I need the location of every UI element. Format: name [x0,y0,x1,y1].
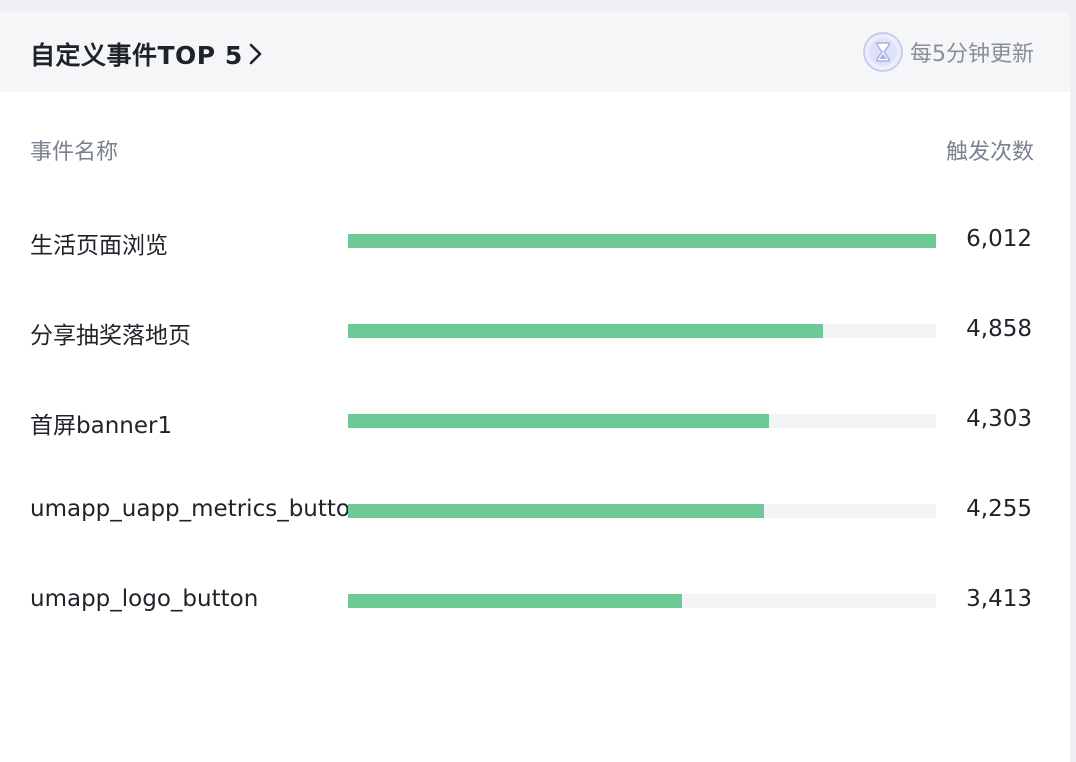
update-frequency: 每5分钟更新 [862,30,1034,74]
hourglass-icon [863,32,903,72]
bar-fill [348,234,936,248]
update-text: 每5分钟更新 [910,42,1034,67]
event-name: umapp_logo_button [30,586,259,612]
column-header-count: 触发次数 [945,140,1034,165]
chevron-right-icon [249,43,262,65]
event-count: 4,303 [966,406,1032,432]
event-row: umapp_logo_button 3,413 [0,580,1070,620]
bar-track [348,234,936,248]
custom-events-card: 自定义事件TOP 5 每5分钟更新 事件名称 触发次数 生活页面浏览 6,012… [0,12,1070,762]
card-header: 自定义事件TOP 5 每5分钟更新 [0,12,1070,92]
bar-fill [348,504,765,518]
event-row: 生活页面浏览 6,012 [0,220,1070,260]
card-title-link[interactable]: 自定义事件TOP 5 [30,36,263,72]
bar-track [348,414,936,428]
bar-track [348,504,936,518]
bar-track [348,324,936,338]
event-name: 分享抽奖落地页 [30,323,191,349]
bar-fill [348,324,824,338]
bar-track [348,594,936,608]
event-count: 3,413 [966,586,1032,612]
event-name: 生活页面浏览 [30,233,168,259]
event-count: 4,255 [966,496,1032,522]
event-name: 首屏banner1 [30,413,173,439]
event-row: 分享抽奖落地页 4,858 [0,310,1070,350]
card-title: 自定义事件TOP 5 [30,41,243,70]
event-name: umapp_uapp_metrics_button [30,496,348,522]
event-count: 6,012 [966,226,1032,252]
event-row: 首屏banner1 4,303 [0,400,1070,440]
bar-fill [348,414,769,428]
bar-fill [348,594,682,608]
event-row: umapp_uapp_metrics_button 4,255 [0,490,1070,530]
column-header-name: 事件名称 [30,140,119,165]
event-count: 4,858 [966,316,1032,342]
